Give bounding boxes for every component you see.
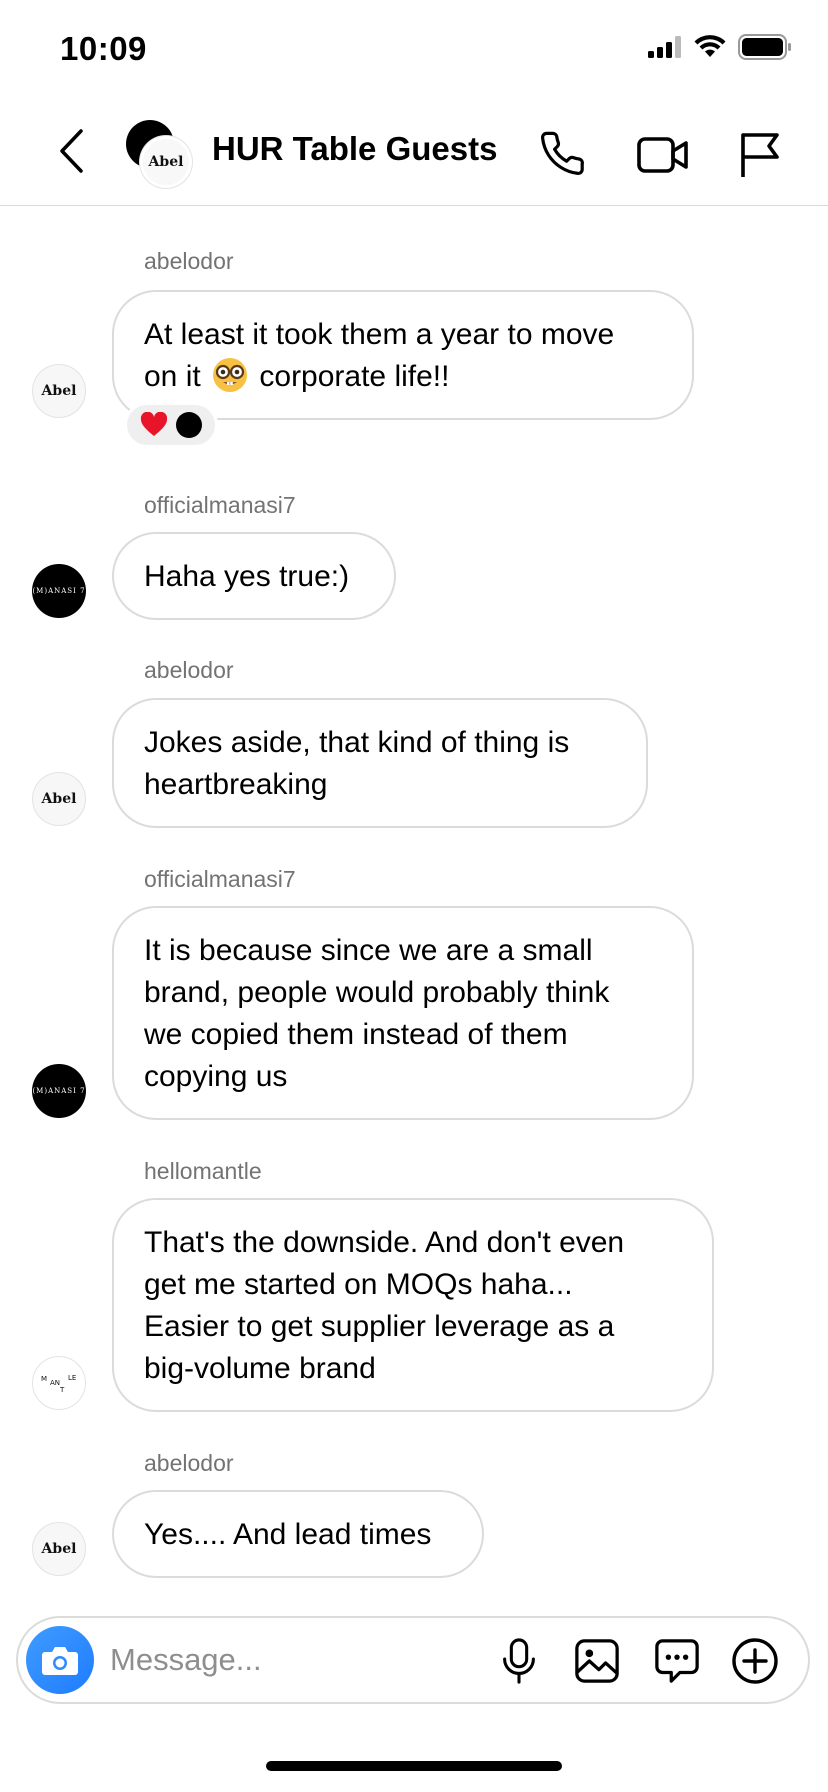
message-sender: hellomantle (144, 1158, 262, 1184)
message-bubble[interactable]: It is because since we are a small brand… (112, 906, 694, 1120)
chat-title[interactable]: HUR Table Guests (212, 130, 497, 168)
message-text: That's the downside. And don't even (144, 1226, 625, 1259)
flag-icon (741, 133, 779, 177)
reactor-avatar (176, 412, 202, 438)
chat-header: Abel HUR Table Guests (0, 100, 828, 206)
microphone-icon (503, 1638, 535, 1684)
gallery-button[interactable] (570, 1634, 624, 1688)
message-text: get me started on MOQs haha... (144, 1268, 573, 1301)
video-camera-icon (637, 137, 688, 173)
sticker-button[interactable] (650, 1634, 704, 1688)
camera-button[interactable] (26, 1626, 94, 1694)
back-button[interactable] (50, 126, 94, 176)
status-time: 10:09 (60, 30, 147, 67)
heart-icon (140, 412, 168, 436)
message-bubble[interactable]: At least it took them a year to move on … (112, 290, 694, 420)
message-text: At least it took them a year to move (144, 318, 615, 351)
chevron-left-icon (60, 129, 83, 173)
status-bar: 10:09 (0, 0, 828, 100)
message-bubble[interactable]: Yes.... And lead times (112, 1490, 484, 1578)
message-text: brand, people would probably think (144, 976, 610, 1009)
message-text: big-volume brand (144, 1352, 376, 1385)
group-avatar[interactable]: Abel (126, 120, 194, 188)
more-options-button[interactable] (728, 1634, 782, 1688)
message-text: we copied them instead of them (144, 1018, 568, 1051)
wifi-icon (694, 35, 726, 57)
avatar-abelodor: Abel (140, 136, 192, 188)
message-reactions[interactable] (124, 402, 218, 448)
chat-bubble-icon (655, 1639, 699, 1683)
image-gallery-icon (575, 1639, 619, 1683)
plus-circle-icon (732, 1638, 778, 1684)
battery-icon (738, 34, 791, 60)
message-sender: abelodor (144, 657, 234, 683)
message-text: It is because since we are a small (144, 934, 593, 967)
cellular-signal-icon (648, 36, 681, 58)
avatar-abelodor[interactable]: Abel (32, 1522, 86, 1576)
avatar-officialmanasi7[interactable]: (M)ANASI 7 (32, 564, 86, 618)
message-text: on it corporate life!! (144, 356, 662, 398)
message-sender: abelodor (144, 248, 234, 274)
message-text: Easier to get supplier leverage as a (144, 1310, 615, 1343)
message-text: Jokes aside, that kind of thing is (144, 726, 570, 759)
message-composer (16, 1616, 810, 1704)
video-call-button[interactable] (636, 128, 690, 182)
camera-icon (42, 1647, 78, 1675)
message-text: Yes.... And lead times (144, 1518, 432, 1551)
message-input[interactable] (110, 1634, 490, 1686)
message-text: heartbreaking (144, 768, 328, 801)
avatar-officialmanasi7[interactable]: (M)ANASI 7 (32, 1064, 86, 1118)
status-icons (648, 34, 792, 60)
avatar-hellomantle[interactable]: M AN T LE (32, 1356, 86, 1410)
message-text: Haha yes true:) (144, 560, 350, 593)
voice-message-button[interactable] (492, 1634, 546, 1688)
avatar-abelodor[interactable]: Abel (32, 772, 86, 826)
message-bubble[interactable]: Jokes aside, that kind of thing is heart… (112, 698, 648, 828)
mantle-logo-icon: M AN T LE (41, 1374, 77, 1394)
phone-icon (541, 131, 584, 175)
message-sender: officialmanasi7 (144, 492, 296, 518)
message-bubble[interactable]: Haha yes true:) (112, 532, 396, 620)
avatar-abelodor[interactable]: Abel (32, 364, 86, 418)
message-sender: officialmanasi7 (144, 866, 296, 892)
message-bubble[interactable]: That's the downside. And don't even get … (112, 1198, 714, 1412)
message-sender: abelodor (144, 1450, 234, 1476)
nerd-face-emoji-icon (213, 358, 248, 393)
home-indicator[interactable] (266, 1761, 562, 1771)
audio-call-button[interactable] (538, 128, 592, 182)
message-text: copying us (144, 1060, 288, 1093)
report-button[interactable] (732, 128, 786, 182)
